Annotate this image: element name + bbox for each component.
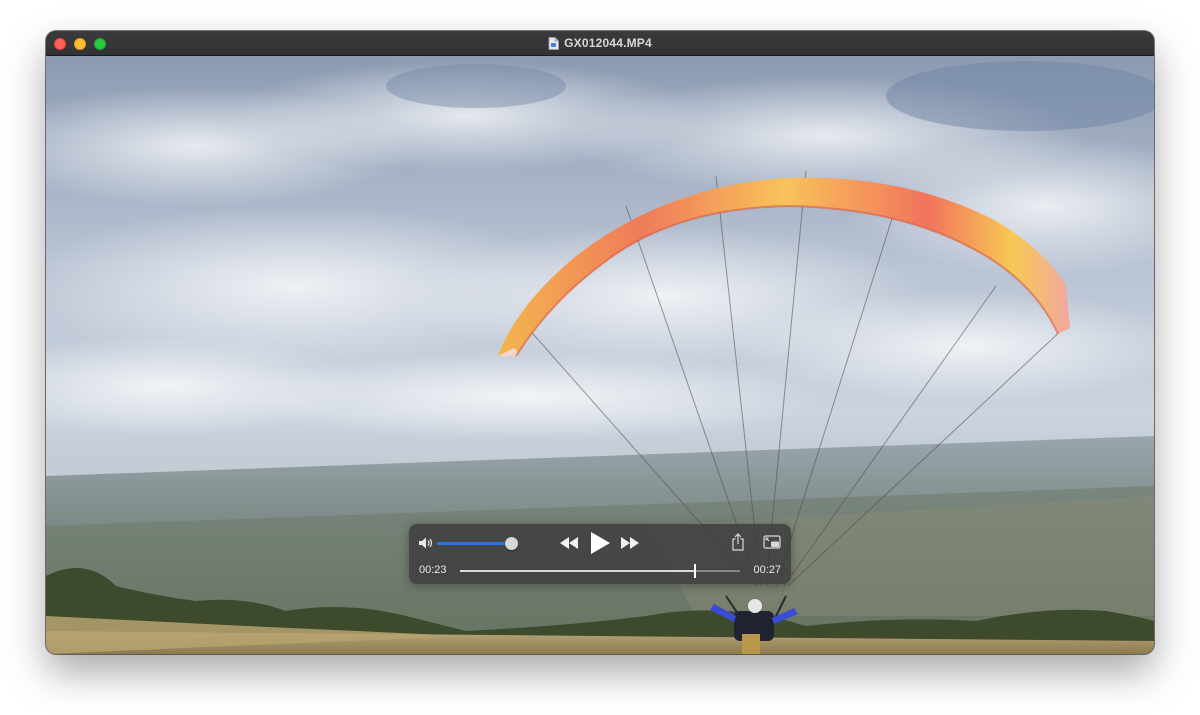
close-window-button[interactable] bbox=[54, 38, 66, 50]
share-icon[interactable] bbox=[731, 533, 745, 551]
fast-forward-button[interactable] bbox=[620, 536, 640, 550]
current-time: 00:23 bbox=[419, 564, 447, 576]
window-controls bbox=[54, 38, 106, 50]
rewind-button[interactable] bbox=[559, 536, 579, 550]
volume-slider[interactable] bbox=[437, 537, 519, 550]
timeline-progress bbox=[460, 570, 696, 572]
title-bar[interactable]: GX012044.MP4 bbox=[46, 31, 1154, 56]
volume-level bbox=[437, 542, 512, 545]
playback-controls: 00:23 00:27 bbox=[409, 524, 791, 584]
timeline-scrubber[interactable] bbox=[460, 564, 740, 578]
play-button[interactable] bbox=[589, 531, 611, 555]
total-duration: 00:27 bbox=[753, 564, 781, 576]
picture-in-picture-icon[interactable] bbox=[763, 535, 781, 550]
speaker-icon[interactable] bbox=[418, 536, 434, 550]
window-title: GX012044.MP4 bbox=[564, 36, 652, 50]
video-frame[interactable]: 00:23 00:27 bbox=[46, 56, 1154, 654]
minimize-window-button[interactable] bbox=[74, 38, 86, 50]
zoom-window-button[interactable] bbox=[94, 38, 106, 50]
playhead[interactable] bbox=[694, 564, 697, 578]
window-title-group: GX012044.MP4 bbox=[548, 36, 652, 50]
document-icon bbox=[548, 36, 559, 50]
volume-knob[interactable] bbox=[505, 537, 519, 550]
quicktime-window: GX012044.MP4 00:23 00:27 bbox=[46, 31, 1154, 654]
